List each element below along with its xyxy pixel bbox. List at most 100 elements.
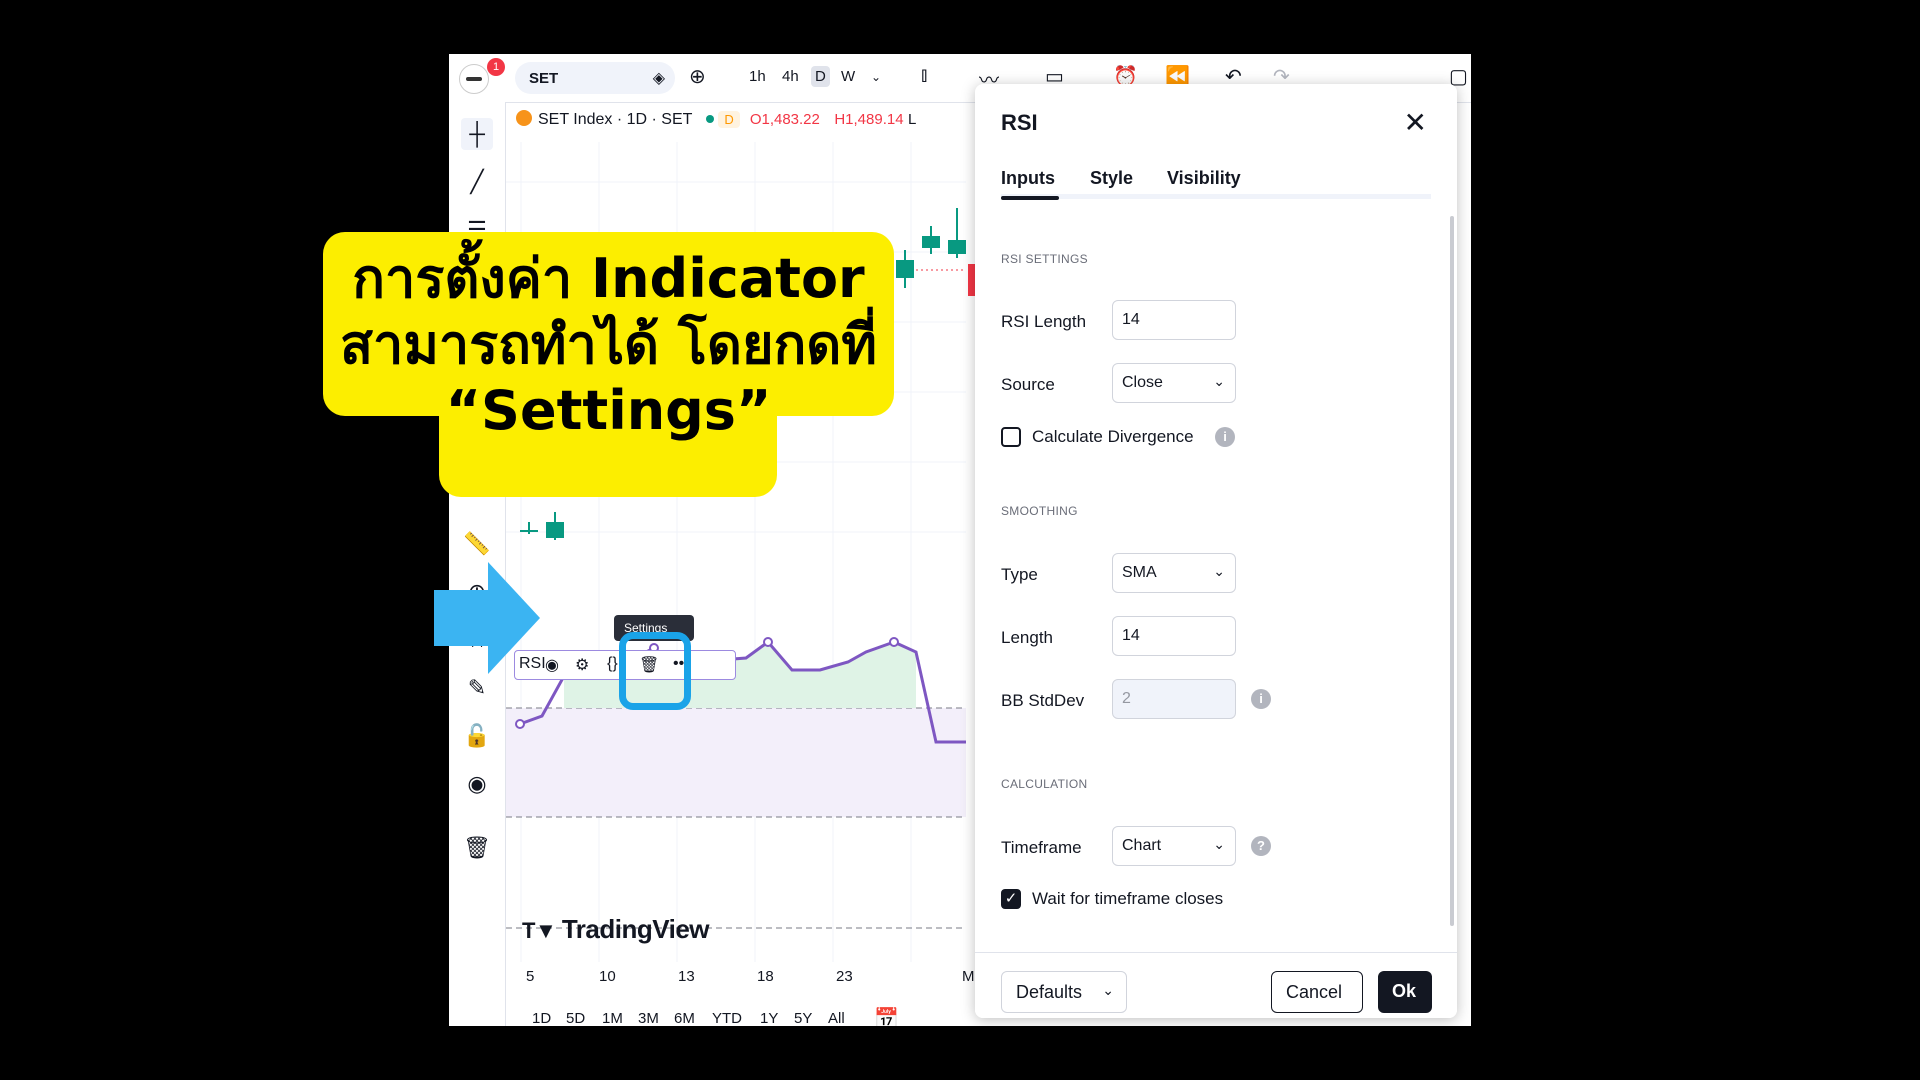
chevron-down-icon: ⌄ [1102,982,1114,998]
interval-w[interactable]: W [841,68,855,85]
interval-4h[interactable]: 4h [782,68,799,85]
candle-body [520,530,538,532]
x-tick: M [962,968,975,985]
candle-body [546,522,564,538]
timeframe-select[interactable]: Chart ⌄ [1112,826,1236,866]
candles-icon[interactable]: ⫾ [921,64,927,87]
trendline-icon[interactable]: ╱ [461,166,493,198]
lock-icon[interactable]: 🔓 [461,720,493,752]
settings-highlight [619,632,691,710]
ok-button[interactable]: Ok [1378,971,1432,1013]
tradingview-window: 1 SET ◈ ⊕ 1h 4h D W ⌄ ⫾ 〰 ▭ ⏰ ⏪ ↶ ↷ ▢ ┼ … [449,54,1471,1026]
source-select[interactable]: Close ⌄ [1112,363,1236,403]
rsi-anchor-point [763,637,773,647]
divergence-label: Calculate Divergence [1032,427,1194,446]
diamond-icon[interactable]: ◈ [653,68,665,88]
pane-source-icon[interactable]: {} [607,655,618,673]
rsi-anchor-point [515,719,525,729]
source-value: Close [1122,374,1163,391]
candle-body [922,236,940,248]
length-input[interactable]: 14 [1112,616,1236,656]
section-calculation: CALCULATION [1001,777,1088,791]
length-value: 14 [1122,627,1140,644]
wait-timeframe-label: Wait for timeframe closes [1032,889,1224,908]
tradingview-logo: T▼ TradingView [522,914,710,944]
lock-drawing-icon[interactable]: ✎ [461,672,493,704]
section-smoothing: SMOOTHING [1001,504,1078,518]
annotation-line: “Settings” [445,379,772,442]
interval-chevron-down-icon[interactable]: ⌄ [871,70,881,84]
rsi-anchor-point [889,637,899,647]
bb-stddev-label: BB StdDev [1001,691,1085,710]
defaults-label: Defaults [1016,982,1083,1002]
defaults-button[interactable]: Defaults ⌄ [1001,971,1127,1013]
length-label: Length [1001,628,1053,647]
chevron-down-icon: ⌄ [1213,563,1225,579]
ruler-icon[interactable]: 📏 [461,528,493,560]
info-icon[interactable]: i [1215,427,1235,447]
chart-legend: SET Index · 1D · SET D O1,483.22 H1,489.14… [516,110,916,129]
legend-title: SET Index · 1D · SET [538,111,693,128]
rsi-length-input[interactable]: 14 [1112,300,1236,340]
range-3m[interactable]: 3M [638,1010,659,1026]
range-1d[interactable]: 1D [532,1010,551,1026]
annotation-text: การตั้งค่า Indicator สามารถทำได้ โดยกดที… [323,246,894,444]
tab-inputs[interactable]: Inputs [1001,168,1055,189]
dialog-footer: Defaults ⌄ Cancel Ok [975,952,1457,1018]
pointer-arrow-head [488,562,540,674]
range-1y[interactable]: 1Y [760,1010,778,1026]
x-tick: 10 [599,968,616,985]
tab-visibility[interactable]: Visibility [1167,168,1241,189]
range-5d[interactable]: 5D [566,1010,585,1026]
type-select[interactable]: SMA ⌄ [1112,553,1236,593]
range-6m[interactable]: 6M [674,1010,695,1026]
dialog-title: RSI [1001,110,1038,135]
info-icon[interactable]: i [1251,689,1271,709]
dialog-tabs: Inputs Style Visibility [1001,168,1431,200]
annotation-line: สามารถทำได้ โดยกดที่ [340,313,877,376]
range-all[interactable]: All [828,1010,845,1026]
range-5y[interactable]: 5Y [794,1010,812,1026]
eye-icon[interactable]: ◉ [461,768,493,800]
pane-settings-icon[interactable]: ⚙ [575,655,589,675]
market-status-icon [706,115,715,123]
section-rsi-settings: RSI SETTINGS [1001,252,1088,266]
dialog-scrollbar[interactable] [1450,216,1454,926]
candle-body [896,260,914,278]
pointer-arrow [434,590,494,646]
timeframe-value: Chart [1122,837,1162,854]
range-ytd[interactable]: YTD [712,1010,742,1026]
rsi-band [506,708,966,817]
rsi-settings-dialog: RSI ✕ Inputs Style Visibility RSI SETTIN… [975,84,1457,1018]
symbol-search[interactable]: SET ◈ [515,62,675,94]
x-tick: 5 [526,968,535,985]
close-icon[interactable]: ✕ [1404,106,1427,139]
add-symbol-icon[interactable]: ⊕ [689,64,706,89]
legend-low: L [908,111,917,128]
help-icon[interactable]: ? [1251,836,1271,856]
legend-tag: D [718,111,740,128]
crosshair-icon[interactable]: ┼ [461,118,493,150]
calendar-icon[interactable]: 📅 [874,1006,899,1026]
tab-style[interactable]: Style [1090,168,1133,189]
bb-stddev-input: 2 [1112,679,1236,719]
legend-open: O1,483.22 [749,111,820,128]
annotation-line: การตั้งค่า Indicator [352,247,865,310]
rsi-length-value: 14 [1122,311,1140,328]
active-tab-indicator [1001,196,1059,200]
interval-1h[interactable]: 1h [749,68,766,85]
rsi-length-label: RSI Length [1001,312,1087,331]
chevron-down-icon: ⌄ [1213,836,1225,852]
range-1m[interactable]: 1M [602,1010,623,1026]
avatar[interactable] [459,64,489,94]
cancel-button[interactable]: Cancel [1271,971,1363,1013]
x-tick: 13 [678,968,695,985]
divergence-checkbox[interactable] [1001,427,1021,447]
source-label: Source [1001,375,1055,394]
x-tick: 23 [836,968,853,985]
type-value: SMA [1122,564,1157,581]
wait-timeframe-checkbox[interactable]: ✓ [1001,889,1021,909]
interval-d[interactable]: D [811,66,830,87]
logo-text: TradingView [561,914,710,944]
trash-icon[interactable]: 🗑 [461,832,493,864]
